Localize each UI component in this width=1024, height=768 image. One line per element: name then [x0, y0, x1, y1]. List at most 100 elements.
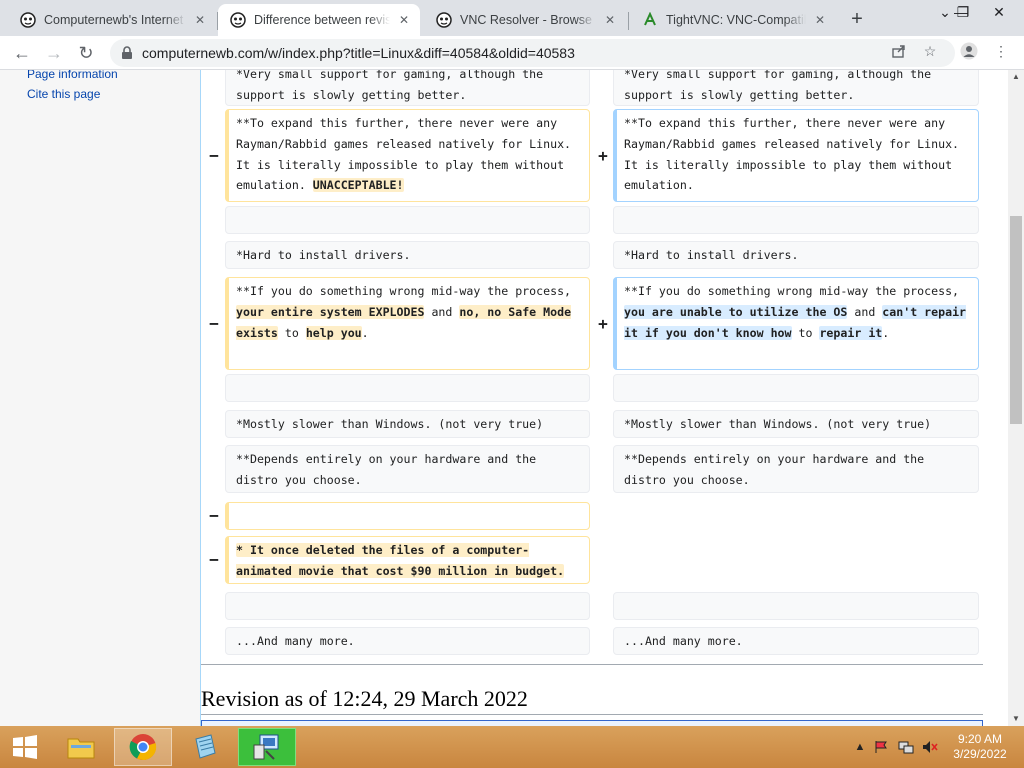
windows-logo-icon	[13, 735, 37, 759]
scrollbar-thumb[interactable]	[1010, 216, 1022, 424]
revision-heading: Revision as of 12:24, 29 March 2022	[201, 686, 528, 711]
notepad-taskbar-button[interactable]	[176, 728, 234, 766]
diff-removed-marker: −	[209, 506, 219, 525]
close-window-icon[interactable]: ✕	[984, 2, 1014, 22]
notepad-icon	[195, 734, 216, 759]
diff-new-line	[613, 592, 979, 620]
start-button[interactable]	[0, 728, 50, 766]
wiki-icon	[436, 12, 452, 28]
diff-new-line: *Mostly slower than Windows. (not very t…	[613, 410, 979, 438]
diff-old-line: *Mostly slower than Windows. (not very t…	[225, 410, 590, 438]
sidebar-link-cite-this-page[interactable]: Cite this page	[27, 87, 100, 101]
bookmark-star-icon[interactable]: ☆	[921, 42, 939, 60]
diff-old-line: *Hard to install drivers.	[225, 241, 590, 269]
browser-toolbar: ← → ↻ computernewb.com/w/index.php?title…	[0, 36, 1024, 70]
diff-line-text: ...And many more.	[236, 634, 355, 648]
wiki-sidebar: Page information Cite this page	[0, 70, 200, 726]
tab-vnc-resolver[interactable]: VNC Resolver - Browse ✕	[424, 4, 626, 36]
action-center-flag-icon[interactable]	[874, 740, 890, 754]
diff-line-text: *Hard to install drivers.	[236, 248, 411, 262]
diff-changed-text: * It once deleted the files of a compute…	[236, 543, 565, 578]
heading-underline	[201, 714, 983, 715]
address-bar[interactable]: computernewb.com/w/index.php?title=Linux…	[110, 39, 955, 67]
volume-muted-icon[interactable]	[922, 740, 938, 754]
diff-new-line: ...And many more.	[613, 627, 979, 655]
diff-removed-marker: −	[209, 145, 219, 165]
page-scrollbar[interactable]: ▲ ▼	[1008, 70, 1024, 726]
diff-line-text: *Hard to install drivers.	[624, 248, 799, 262]
profile-avatar-icon[interactable]	[960, 42, 978, 60]
tab-title: VNC Resolver - Browse	[460, 13, 592, 27]
tightvnc-icon	[642, 12, 658, 28]
back-icon[interactable]: ←	[9, 41, 35, 65]
network-icon[interactable]	[898, 740, 914, 754]
new-tab-button[interactable]: +	[846, 8, 868, 30]
lock-icon[interactable]	[120, 46, 134, 60]
file-explorer-taskbar-button[interactable]	[52, 728, 110, 766]
diff-line-text: and	[847, 304, 883, 319]
diff-removed-marker: −	[209, 313, 219, 333]
web-page: Page information Cite this page *Very sm…	[0, 70, 1008, 726]
close-icon[interactable]: ✕	[812, 12, 828, 28]
wiki-icon	[230, 12, 246, 28]
diff-line-text: **If you do something wrong mid-way the …	[624, 284, 960, 298]
diff-old-line: **If you do something wrong mid-way the …	[225, 277, 590, 370]
clock-date: 3/29/2022	[953, 747, 1007, 761]
diff-changed-text: your entire system EXPLODES	[236, 304, 425, 319]
folder-icon	[67, 738, 95, 759]
diff-new-line	[613, 206, 979, 234]
diff-old-line: * It once deleted the files of a compute…	[225, 536, 590, 584]
close-icon[interactable]: ✕	[192, 12, 208, 28]
browser-tab-strip: Computernewb's Internet Pi ✕ Difference …	[0, 0, 1024, 36]
diff-line-text: ...And many more.	[624, 634, 743, 648]
windows-taskbar: ▲ 9:20 AM 3/29/2022	[0, 726, 1024, 768]
diff-line-text: **To expand this further, there never we…	[624, 116, 960, 193]
diff-line-text: to	[277, 325, 306, 340]
diff-old-line: *Very small support for gaming, although…	[225, 70, 590, 106]
url-text[interactable]: computernewb.com/w/index.php?title=Linux…	[142, 45, 575, 61]
show-hidden-icons-chevron-icon[interactable]: ▲	[852, 740, 868, 754]
chrome-icon	[129, 734, 157, 761]
diff-old-line	[225, 206, 590, 234]
diff-new-line: *Hard to install drivers.	[613, 241, 979, 269]
diff-line-text: *Mostly slower than Windows. (not very t…	[624, 417, 932, 431]
diff-old-line: **Depends entirely on your hardware and …	[225, 445, 590, 493]
diff-line-text: *Very small support for gaming, although…	[624, 70, 932, 102]
diff-line-text: to	[791, 325, 820, 340]
tab-computernewb-internet[interactable]: Computernewb's Internet Pi ✕	[8, 4, 216, 36]
tab-difference-between-revisions[interactable]: Difference between revisio ✕	[218, 4, 420, 36]
sidebar-link-page-information[interactable]: Page information	[27, 70, 118, 81]
clock-time: 9:20 AM	[957, 732, 1003, 746]
tab-title: Computernewb's Internet Pi	[44, 13, 186, 27]
diff-new-line: *Very small support for gaming, although…	[613, 70, 979, 106]
diff-line-text: *Very small support for gaming, although…	[236, 70, 544, 102]
close-icon[interactable]: ✕	[602, 12, 618, 28]
tab-divider	[628, 12, 629, 30]
diff-line-text: *Mostly slower than Windows. (not very t…	[236, 417, 544, 431]
vnc-taskbar-button[interactable]	[238, 728, 296, 766]
diff-changed-text: you are unable to utilize the OS	[624, 304, 848, 319]
diff-new-line: **Depends entirely on your hardware and …	[613, 445, 979, 493]
forward-icon[interactable]: →	[41, 41, 67, 65]
wiki-icon	[20, 12, 36, 28]
diff-line-text: **Depends entirely on your hardware and …	[624, 452, 925, 487]
scroll-down-arrow-icon[interactable]: ▼	[1008, 712, 1024, 726]
diff-changed-text: help you	[305, 325, 362, 340]
diff-line-text: .	[882, 325, 890, 340]
diff-changed-text: repair it	[819, 325, 883, 340]
share-icon[interactable]	[890, 42, 908, 60]
reload-icon[interactable]: ↻	[73, 41, 99, 65]
close-icon[interactable]: ✕	[396, 12, 412, 28]
diff-old-line: ...And many more.	[225, 627, 590, 655]
tab-title: TightVNC: VNC-Compatible	[666, 13, 806, 27]
chrome-taskbar-button[interactable]	[114, 728, 172, 766]
taskbar-clock[interactable]: 9:20 AM 3/29/2022	[948, 732, 1012, 762]
scroll-up-arrow-icon[interactable]: ▲	[1008, 70, 1024, 84]
tab-tightvnc[interactable]: TightVNC: VNC-Compatible ✕	[630, 4, 836, 36]
diff-old-line	[225, 374, 590, 402]
diff-old-line	[225, 502, 590, 530]
diff-added-marker: +	[598, 145, 608, 165]
diff-old-line: **To expand this further, there never we…	[225, 109, 590, 202]
restore-icon[interactable]: ❐	[948, 2, 978, 22]
more-menu-icon[interactable]: ⋮	[992, 42, 1010, 60]
